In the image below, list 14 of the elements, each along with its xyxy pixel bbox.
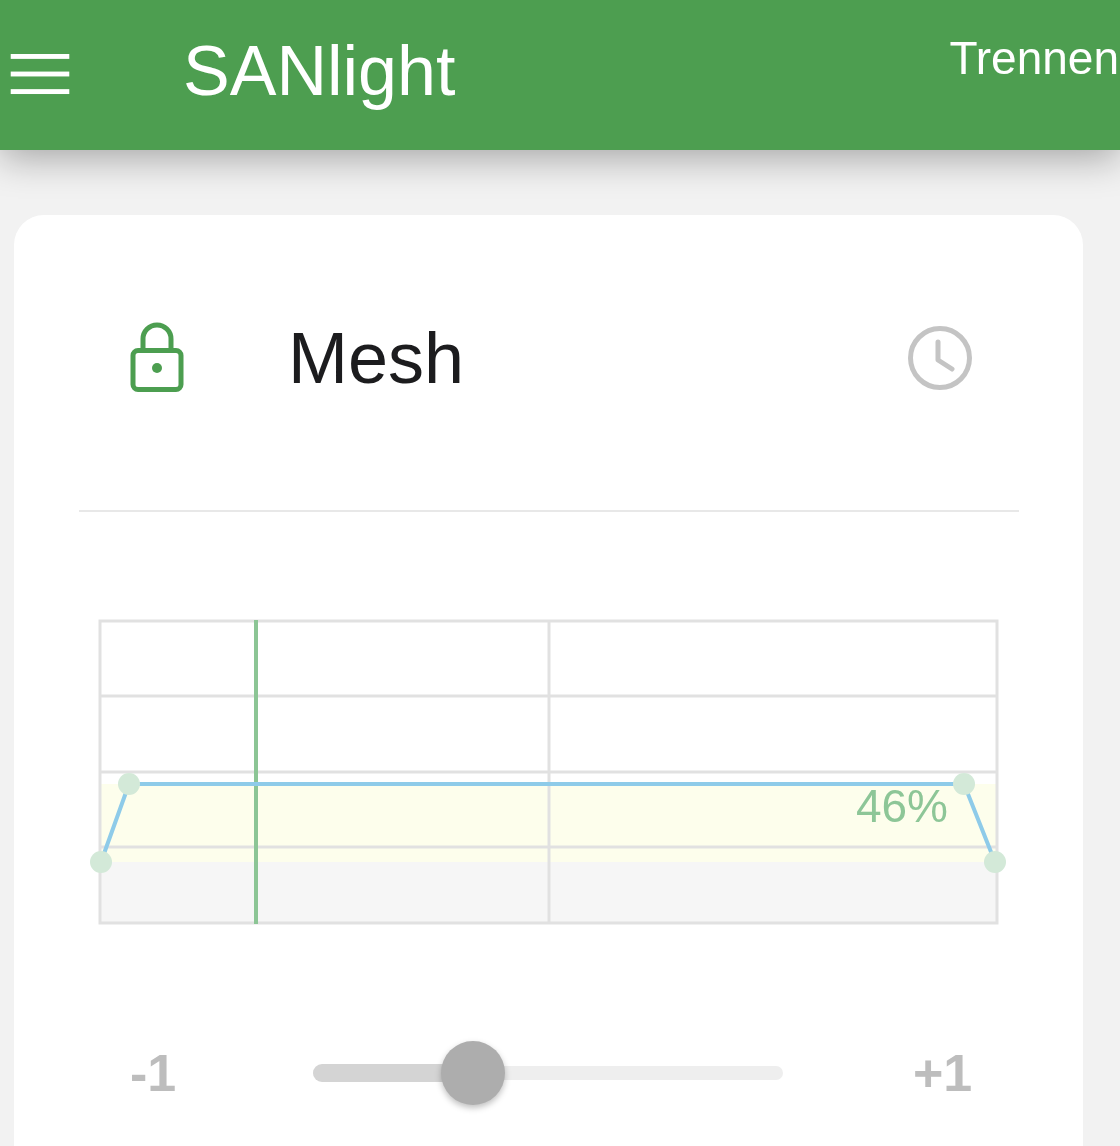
menu-icon[interactable] [10,53,70,95]
curve-point[interactable] [118,773,140,795]
card-title: Mesh [288,322,465,394]
clock-icon[interactable] [908,326,972,390]
lock-icon [130,322,184,392]
slider-track[interactable] [313,1041,783,1105]
slider-thumb[interactable] [440,1041,505,1105]
max-label: +1 [913,1047,973,1099]
percent-label: 46% [855,780,948,832]
min-label: -1 [130,1047,177,1099]
curve-point[interactable] [90,851,112,873]
curve-point[interactable] [984,851,1006,873]
disconnect-button[interactable]: Trennen [949,32,1120,84]
curve-point[interactable] [953,773,975,795]
